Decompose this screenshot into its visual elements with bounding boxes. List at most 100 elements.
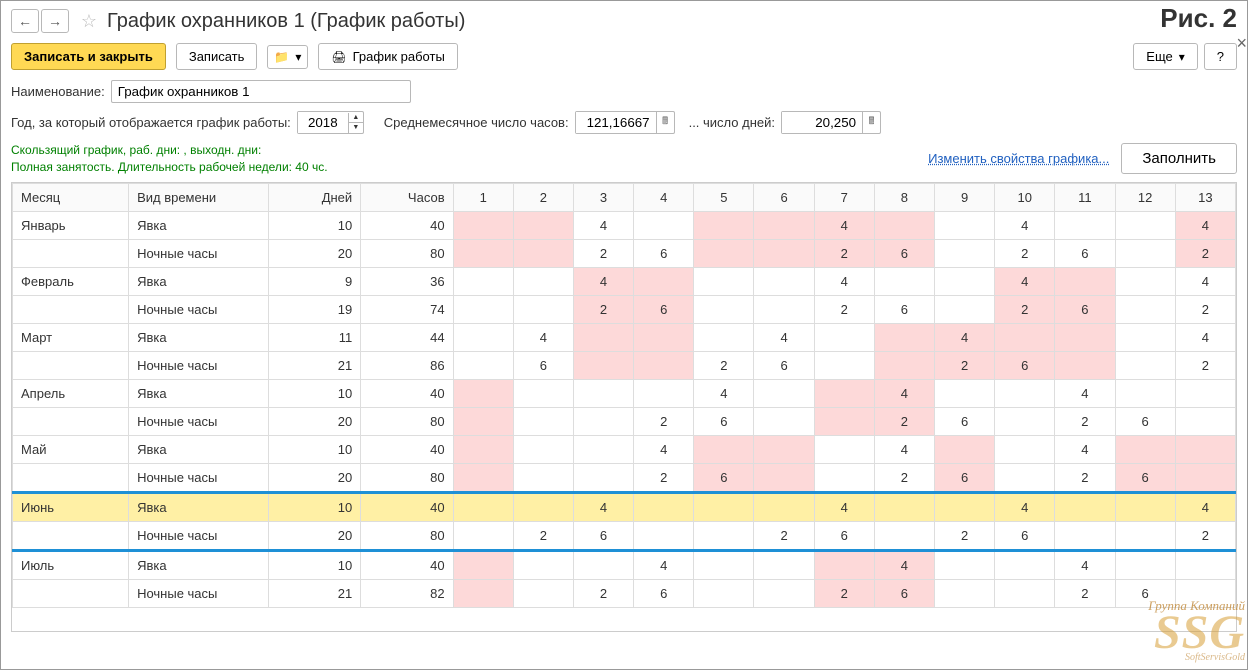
cell-day[interactable] [995, 550, 1055, 579]
fill-button[interactable]: Заполнить [1121, 143, 1237, 174]
cell-day[interactable]: 4 [694, 379, 754, 407]
cell-day[interactable] [694, 492, 754, 521]
calculator-icon[interactable]: 🖩 [862, 112, 880, 133]
cell-day[interactable] [754, 379, 814, 407]
cell-day[interactable] [754, 435, 814, 463]
table-row[interactable]: Ночные часы20802626262 [13, 239, 1236, 267]
cell-day[interactable]: 2 [995, 295, 1055, 323]
cell-day[interactable] [694, 323, 754, 351]
cell-day[interactable]: 6 [995, 521, 1055, 550]
cell-day[interactable] [453, 492, 513, 521]
cell-day[interactable] [995, 407, 1055, 435]
cell-day[interactable]: 2 [513, 521, 573, 550]
cell-day[interactable] [513, 407, 573, 435]
nav-back-button[interactable]: ← [11, 9, 39, 33]
cell-day[interactable]: 4 [1055, 550, 1115, 579]
cell-day[interactable] [453, 267, 513, 295]
cell-day[interactable] [1175, 407, 1235, 435]
cell-day[interactable]: 2 [995, 239, 1055, 267]
cell-day[interactable]: 6 [1115, 579, 1175, 607]
avg-hours-field[interactable]: 🖩 [575, 111, 675, 134]
cell-day[interactable] [1175, 463, 1235, 492]
days-field[interactable]: 🖩 [781, 111, 881, 134]
cell-day[interactable] [513, 211, 573, 239]
cell-day[interactable] [694, 550, 754, 579]
cell-day[interactable]: 2 [754, 521, 814, 550]
cell-day[interactable]: 6 [634, 239, 694, 267]
days-input[interactable] [782, 112, 862, 133]
cell-day[interactable] [874, 211, 934, 239]
cell-day[interactable]: 4 [874, 379, 934, 407]
cell-day[interactable] [934, 550, 994, 579]
cell-day[interactable] [1115, 435, 1175, 463]
cell-day[interactable]: 2 [874, 407, 934, 435]
cell-day[interactable]: 6 [934, 407, 994, 435]
cell-day[interactable] [694, 435, 754, 463]
cell-day[interactable]: 4 [995, 211, 1055, 239]
cell-day[interactable] [934, 379, 994, 407]
cell-day[interactable] [634, 267, 694, 295]
cell-day[interactable]: 6 [1055, 239, 1115, 267]
cell-day[interactable]: 6 [573, 521, 633, 550]
cell-day[interactable] [1115, 492, 1175, 521]
cell-day[interactable] [874, 267, 934, 295]
cell-day[interactable] [754, 579, 814, 607]
cell-day[interactable] [694, 267, 754, 295]
cell-day[interactable]: 2 [634, 463, 694, 492]
cell-day[interactable]: 6 [874, 239, 934, 267]
avg-hours-input[interactable] [576, 112, 656, 133]
cell-day[interactable] [1175, 550, 1235, 579]
cell-day[interactable]: 2 [573, 295, 633, 323]
cell-day[interactable] [453, 295, 513, 323]
cell-day[interactable]: 4 [634, 435, 694, 463]
cell-day[interactable] [513, 295, 573, 323]
cell-day[interactable]: 4 [573, 211, 633, 239]
cell-day[interactable]: 4 [1175, 267, 1235, 295]
cell-day[interactable]: 2 [1175, 521, 1235, 550]
cell-day[interactable] [634, 521, 694, 550]
cell-day[interactable] [754, 295, 814, 323]
cell-day[interactable] [1055, 521, 1115, 550]
cell-day[interactable] [1115, 550, 1175, 579]
cell-day[interactable] [995, 379, 1055, 407]
cell-day[interactable] [453, 239, 513, 267]
cell-day[interactable]: 6 [1115, 407, 1175, 435]
cell-day[interactable] [1055, 267, 1115, 295]
cell-day[interactable]: 4 [754, 323, 814, 351]
year-spinner[interactable]: ▲▼ [297, 111, 364, 134]
cell-day[interactable]: 2 [1055, 579, 1115, 607]
table-row[interactable]: Ночные часы19742626262 [13, 295, 1236, 323]
cell-day[interactable] [634, 379, 694, 407]
cell-day[interactable]: 4 [874, 550, 934, 579]
cell-day[interactable] [513, 239, 573, 267]
cell-day[interactable]: 6 [513, 351, 573, 379]
cell-day[interactable]: 6 [814, 521, 874, 550]
cell-day[interactable]: 2 [1055, 463, 1115, 492]
cell-day[interactable] [754, 550, 814, 579]
cell-day[interactable] [513, 463, 573, 492]
cell-day[interactable] [513, 550, 573, 579]
spinner-down[interactable]: ▼ [349, 123, 363, 133]
print-schedule-button[interactable]: 🖨График работы [318, 43, 457, 70]
cell-day[interactable] [694, 211, 754, 239]
calculator-icon[interactable]: 🖩 [656, 112, 674, 133]
cell-day[interactable]: 2 [1175, 351, 1235, 379]
cell-day[interactable]: 4 [513, 323, 573, 351]
cell-day[interactable] [1175, 435, 1235, 463]
cell-day[interactable] [1115, 211, 1175, 239]
cell-day[interactable] [934, 492, 994, 521]
cell-day[interactable] [814, 323, 874, 351]
cell-day[interactable] [1055, 323, 1115, 351]
cell-day[interactable] [754, 267, 814, 295]
cell-day[interactable] [453, 521, 513, 550]
table-row[interactable]: МайЯвка1040444 [13, 435, 1236, 463]
cell-day[interactable] [513, 492, 573, 521]
cell-day[interactable]: 4 [995, 267, 1055, 295]
cell-day[interactable] [814, 463, 874, 492]
cell-day[interactable] [995, 435, 1055, 463]
cell-day[interactable]: 4 [995, 492, 1055, 521]
cell-day[interactable] [934, 295, 994, 323]
cell-day[interactable] [1055, 211, 1115, 239]
folder-dropdown-button[interactable]: 📁▾ [267, 45, 308, 69]
cell-day[interactable] [694, 295, 754, 323]
